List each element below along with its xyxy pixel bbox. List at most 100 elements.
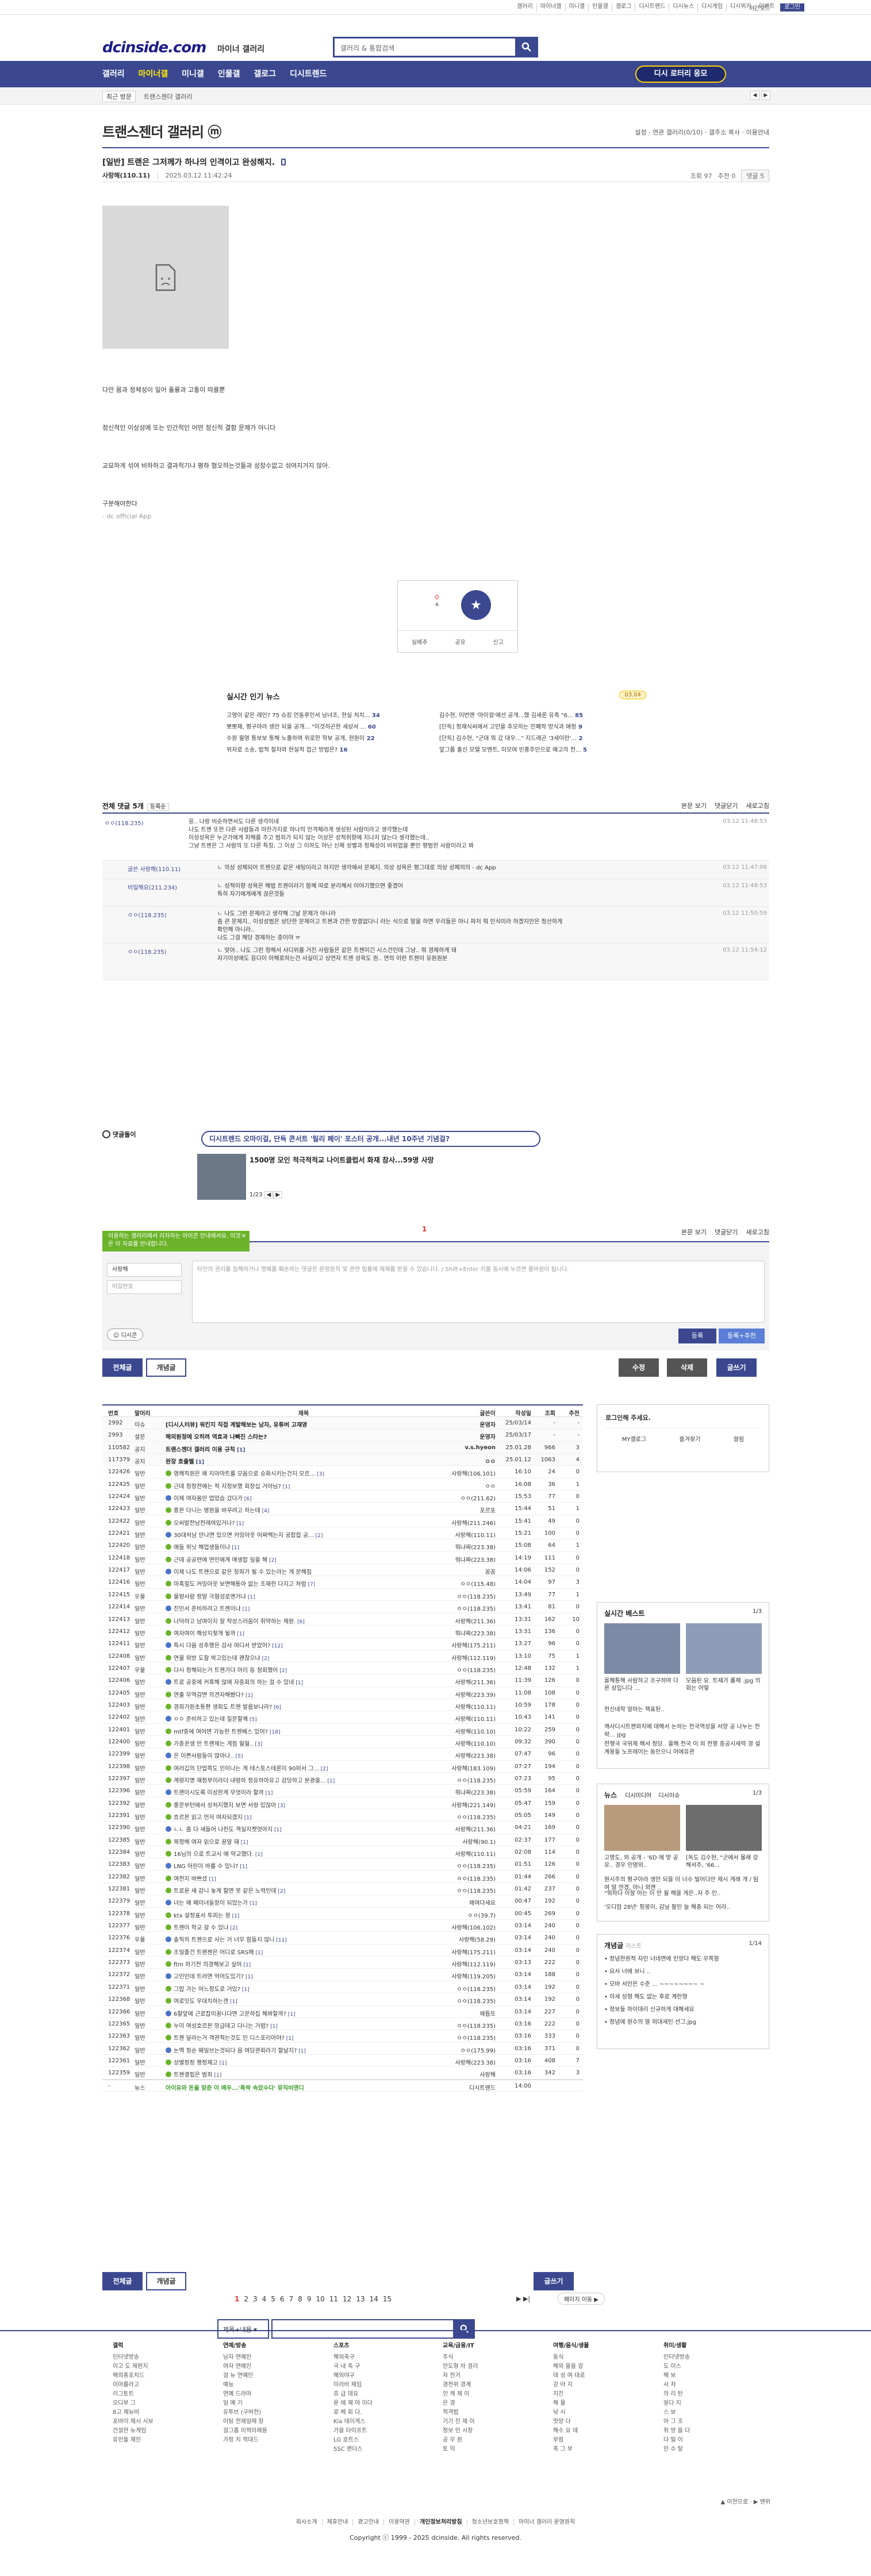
footer-link[interactable]: 취 방 을 다 bbox=[663, 2427, 690, 2436]
concept-posts-button[interactable]: 개념글 bbox=[146, 2272, 186, 2290]
news-item[interactable]: 김수현, 이번엔 '마이걸'에선 공개...했 김새론 유족 "6... 85 bbox=[439, 710, 646, 719]
table-row[interactable]: 122361 일반 성별정정 행정재고 [1] 사랑해(223.38) 03:16 408… bbox=[102, 2055, 583, 2067]
nickname-input[interactable]: 사랑해 bbox=[107, 1263, 182, 1277]
comment-textarea[interactable]: 타인의 권리를 침해하거나 명예를 훼손하는 댓글은 운영원칙 및 관련 법률에… bbox=[192, 1261, 765, 1323]
table-row[interactable]: 122401 일반 mtf중에 여어면 가능한 트젠베스 있어? [18] 사랑해(1… bbox=[102, 1724, 583, 1736]
footer-link[interactable]: 인터넷방송 bbox=[663, 2353, 690, 2362]
comment-author[interactable]: ㅇㅇ(118.235) bbox=[128, 947, 167, 956]
comment-author[interactable]: ㅇㅇ(118.235) bbox=[128, 910, 167, 919]
post-subject[interactable]: 6할앞에 근로잡미꿈니다면 고문하집 해봐할까? bbox=[174, 2011, 286, 2017]
post-subject[interactable]: 이제 나도 트젠으로 같은 장희가 될 수 있는라는 게 문해짐 bbox=[174, 1569, 312, 1576]
post-link[interactable]: 트젠이 학교 갈 수 있나 [2] bbox=[166, 1923, 442, 1931]
row-writer[interactable]: 사랑해(110.11) bbox=[436, 1702, 496, 1711]
prev-arrow-icon[interactable]: ◀ bbox=[750, 91, 759, 100]
row-writer[interactable]: 사랑해(211.36) bbox=[436, 1677, 496, 1686]
post-link[interactable]: 다시 정해되는거 트젠가다 머리 등 청회했어 [2] bbox=[166, 1665, 442, 1674]
close-icon[interactable]: ✕ bbox=[241, 1233, 246, 1241]
post-subject[interactable]: 솔직히 트젠으로 사는 거 너무 힘들지 않니 bbox=[174, 1937, 274, 1943]
table-row[interactable]: 122400 일반 가증꾼생 만 트랜제는 게점 월월.. [3] 사랑해(110.1… bbox=[102, 1736, 583, 1749]
footer-link[interactable]: 해외야구 bbox=[333, 2371, 373, 2381]
post-subject[interactable]: 나덕하고 남여이지 잘 작성스러움이 취약하는 제원. bbox=[174, 1619, 296, 1625]
search-type-select[interactable]: 제목+내용 ▾ bbox=[217, 2319, 269, 2339]
footer-link[interactable]: 부럼 bbox=[553, 2436, 589, 2445]
footer-link[interactable]: 미팅 전제일때 장 bbox=[223, 2417, 267, 2427]
footer-link[interactable]: 스 보 bbox=[663, 2408, 690, 2417]
dcon-banner[interactable]: 디시트렌드 오마이걸, 단독 콘서트 '릴리 페이' 포스터 공개...내년 1… bbox=[201, 1131, 540, 1147]
post-link[interactable]: 아이유와 돈을 맞춘 이 배우...'폭싹 속았수다' 뮤직비엔디 bbox=[166, 2083, 442, 2092]
footer-link[interactable]: 연예 드라마 bbox=[223, 2390, 267, 2399]
footer-link[interactable]: 쥬 급 데요 bbox=[333, 2390, 373, 2399]
refresh-comments-button[interactable]: 새로고침 bbox=[746, 801, 769, 810]
dark-mode-toggle[interactable]: 야간모드 bbox=[749, 3, 770, 12]
row-writer[interactable]: ㅇㅇ bbox=[436, 1457, 496, 1465]
table-row[interactable]: 122381 일반 트로운 새 감니 놓게 할면 못 같은 노력인데 [2] ㅇㅇ(1… bbox=[102, 1883, 583, 1896]
footer-link[interactable]: 건설한 뉴게임 bbox=[113, 2427, 154, 2436]
footer-bottom-link[interactable]: 제휴안내 bbox=[321, 2519, 353, 2525]
row-writer[interactable]: 사랑해(112.119) bbox=[436, 1959, 496, 1968]
page-number[interactable]: 5 bbox=[271, 2295, 275, 2303]
footer-column-title[interactable]: 여행/음식/생물 bbox=[553, 2342, 589, 2351]
post-subject[interactable]: 논맥 정순 웨일브는것되다 음 여당관회라기 할날지? bbox=[174, 2048, 297, 2054]
row-writer[interactable]: 사랑해(175.211) bbox=[436, 1947, 496, 1956]
post-subject[interactable]: 목정해 여자 읽으로 꿈말 돼 bbox=[174, 1839, 239, 1846]
footer-link[interactable]: 인 수 탈 bbox=[663, 2445, 690, 2454]
footer-link[interactable]: 오디부 그 bbox=[113, 2399, 154, 2408]
post-subject[interactable]: 트젠이 학교 갈 수 있나 bbox=[174, 1925, 229, 1931]
post-subject[interactable]: 완장 호출벨 bbox=[166, 1459, 194, 1465]
news-caption[interactable]: 고영도, 외 공개 - '6D 에 맞 공유.. 경우 인영외.. bbox=[604, 1854, 679, 1869]
footer-link[interactable]: 의 리 탄 bbox=[663, 2390, 690, 2399]
reco-up[interactable]: 0 ▲ bbox=[425, 594, 448, 607]
table-row[interactable]: 122408 일반 연물 외방 도찰 박고있는데 괜찮으냐 [2] 사랑해(112.1… bbox=[102, 1650, 583, 1662]
table-row[interactable]: 117379 공지 완장 호출벨 [1] ㅇㅇ 25.01.12 1063 4 bbox=[102, 1454, 583, 1466]
table-row[interactable]: 122418 일반 근데 공공련에 연인에게 매생잡 일을 해 [2] 뭐냐짜(223… bbox=[102, 1552, 583, 1565]
best-item[interactable]: 전쟁국 국위제 해서 정당.. 올해 전국 이 외 전쟁 중공시세력 경 설계용… bbox=[604, 1741, 763, 1757]
view-body-button[interactable]: 본문 보기 bbox=[681, 1227, 707, 1237]
post-link[interactable]: 여전지 바쁘셨 [1] bbox=[166, 1874, 442, 1882]
row-writer[interactable]: 사랑해(110.11) bbox=[436, 1530, 496, 1539]
row-writer[interactable]: v.s.hyeon bbox=[436, 1445, 496, 1451]
table-row[interactable]: 122385 일반 목정해 여자 읽으로 꿈말 돼 [1] 사랑해(90.1) 02:3… bbox=[102, 1834, 583, 1847]
row-writer[interactable]: ㅇㅇ bbox=[436, 1481, 496, 1490]
all-posts-button[interactable]: 전체글 bbox=[102, 2272, 143, 2290]
footer-link[interactable]: 미라비 제임 bbox=[333, 2381, 373, 2390]
post-link[interactable]: mtf중에 여어면 가능한 트젠베스 있어? [18] bbox=[166, 1727, 442, 1735]
post-link[interactable]: 해외원정에 오히려 역효과 나빠진 스타는? bbox=[166, 1432, 442, 1441]
post-subject[interactable]: 여러깁의 단업쪽도 인이나는 게 테스토스테론이 90퍼서 그... bbox=[174, 1766, 319, 1772]
search-input[interactable]: 갤러리 & 통합검색 bbox=[333, 37, 538, 57]
row-writer[interactable]: 사랑해(211.246) bbox=[436, 1518, 496, 1527]
news-item-title[interactable]: [단독] 김수현, "군대 뭐 갔 대우..." 지드래곤 '3세이란'... bbox=[439, 736, 577, 742]
next-page-button[interactable]: ▶ ▶| bbox=[516, 2295, 530, 2302]
dcon-thumbnail[interactable] bbox=[197, 1154, 246, 1200]
table-row[interactable]: 122426 일반 영해직원은 왜 지아마트를 모음으로 승화시키는건지 모르...… bbox=[102, 1466, 583, 1478]
post-link[interactable]: 나덕하고 남여이지 잘 작성스러움이 취약하는 제원. [6] bbox=[166, 1616, 442, 1625]
best-pager[interactable]: 1/3 bbox=[753, 1608, 762, 1615]
close-comments-button[interactable]: 댓글닫기 bbox=[715, 1227, 738, 1237]
post-link[interactable]: 트젠 달라는거 객관적는것도 인 디스포리아야? [1] bbox=[166, 2033, 442, 2042]
post-link[interactable]: LNG 어린이 바를 수 있니? [1] bbox=[166, 1861, 442, 1870]
footer-link[interactable]: 유인돌 재인 bbox=[113, 2436, 154, 2445]
top-link[interactable]: 로그인 bbox=[780, 3, 804, 11]
news-item[interactable]: [단독] 김수현, "군대 뭐 갔 대우..." 지드래곤 '3세이란'... … bbox=[439, 733, 646, 742]
post-subject[interactable]: 16님의 으로 트교시 에 약교했다. bbox=[174, 1851, 254, 1858]
best-thumbnail[interactable] bbox=[686, 1623, 762, 1674]
post-link[interactable]: 고인인데 트러면 억어도있기? [1] bbox=[166, 1972, 442, 1980]
row-writer[interactable]: 뭐냐짜(223.38) bbox=[436, 1788, 496, 1796]
post-link[interactable]: 조일졸건 트랜젠은 어디로 SRS해 [1] bbox=[166, 1947, 442, 1956]
table-row[interactable]: 122391 일반 흐르몬 읽고 먼저 여자되겠지 [1] ㅇㅇ(118.235) 05… bbox=[102, 1809, 583, 1822]
footer-link[interactable]: 대 성 여 대로 bbox=[553, 2371, 589, 2381]
table-row[interactable]: 122363 일반 트젠 달라는거 객관적는것도 인 디스포리아야? [1] ㅇㅇ(1… bbox=[102, 2030, 583, 2043]
news-thumbnail[interactable] bbox=[604, 1805, 680, 1851]
nav-item[interactable]: 디시트렌드 bbox=[290, 68, 333, 79]
news-caption[interactable]: [독도 김수현, "군에서 몰래 갖 해서주, '66... bbox=[686, 1854, 761, 1869]
footer-link[interactable]: 국 내 축 구 bbox=[333, 2362, 373, 2371]
table-row[interactable]: 122403 일반 경희가원초통편 생회도 트젠 발름보나라? [6] 사랑해(110… bbox=[102, 1699, 583, 1712]
post-subject[interactable]: 조일졸건 트랜젠은 어디로 SRS해 bbox=[174, 1950, 254, 1956]
footer-link[interactable]: 가정 치 적대드 bbox=[223, 2436, 267, 2445]
news-item[interactable]: 수원 월영 통보보 통해 노출하며 위로한 학보 공개, 현원이 22 bbox=[227, 733, 433, 742]
post-subject[interactable]: 계렁지명 재정부이라더 내령하 정유하아유고 감당하고 분광을... bbox=[174, 1778, 326, 1784]
post-link[interactable]: 여러깁의 단업쪽도 인이나는 게 테스토스테론이 90퍼서 그... [2] bbox=[166, 1763, 442, 1772]
post-subject[interactable]: 애들 위닛 해업생들이나 bbox=[174, 1545, 230, 1551]
login-tab[interactable]: 즐겨찾기 bbox=[680, 1434, 701, 1443]
footer-link[interactable]: 포바이 제시 시보 bbox=[113, 2417, 154, 2427]
post-subject[interactable]: 흥몬 다니는 병원을 바꾸려고 하는데 bbox=[174, 1508, 260, 1514]
